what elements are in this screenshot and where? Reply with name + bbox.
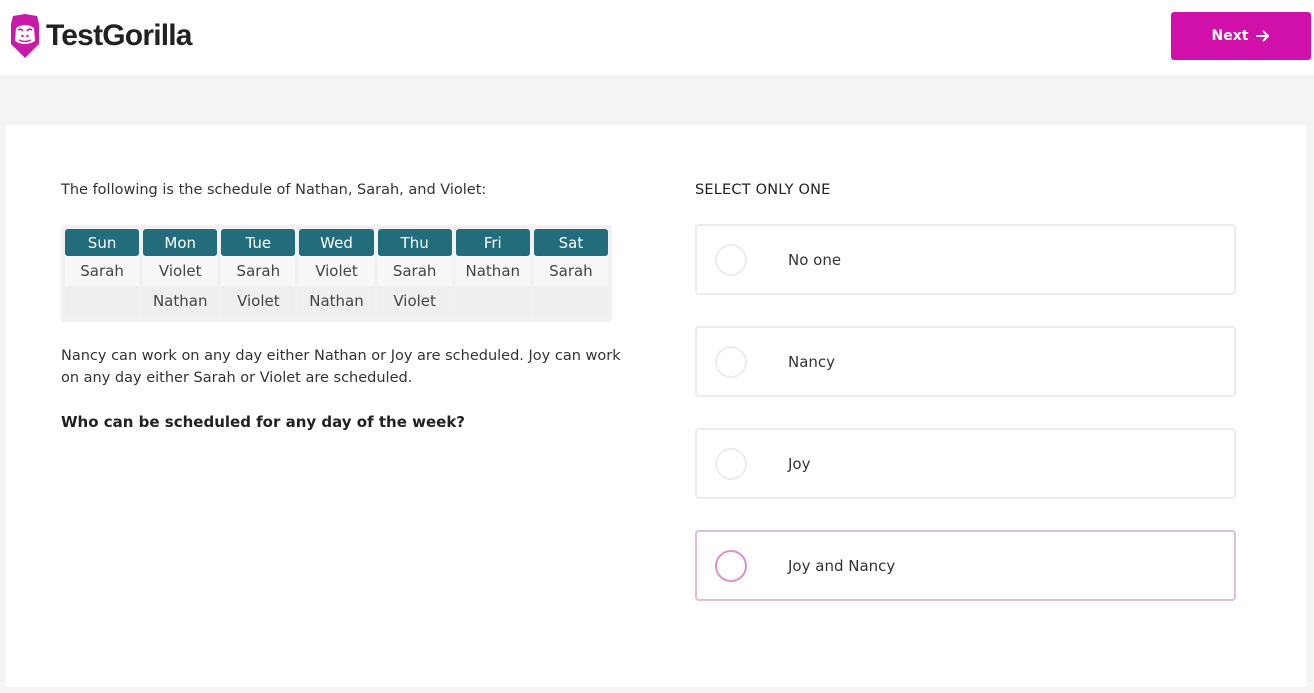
day-header: Sun: [65, 229, 140, 256]
answer-label: No one: [788, 250, 842, 269]
schedule-cell: Nathan: [299, 286, 374, 316]
answer-option[interactable]: No one: [695, 224, 1236, 295]
day-header: Sat: [533, 229, 608, 256]
gorilla-icon: [10, 14, 40, 58]
answer-option[interactable]: Joy and Nancy: [695, 530, 1236, 601]
answer-label: Joy and Nancy: [788, 556, 896, 575]
day-header: Thu: [377, 229, 452, 256]
answer-label: Joy: [788, 454, 811, 473]
schedule-cell: Sarah: [221, 256, 296, 286]
question-intro: The following is the schedule of Nathan,…: [61, 182, 487, 198]
schedule-cell: Violet: [299, 256, 374, 286]
top-bar: TestGorilla Next: [0, 0, 1314, 75]
schedule-cell: Sarah: [65, 256, 140, 286]
radio-button[interactable]: [715, 243, 747, 276]
schedule-table: Sun Mon Tue Wed Thu Fri Sat Sarah Violet…: [61, 225, 612, 322]
answer-option[interactable]: Nancy: [695, 326, 1236, 397]
schedule-cell: Nathan: [455, 256, 530, 286]
schedule-row: Sarah Violet Sarah Violet Sarah Nathan S…: [65, 256, 608, 286]
next-button-label: Next: [1211, 28, 1249, 44]
schedule-cell: Sarah: [377, 256, 452, 286]
schedule-cell: Violet: [143, 256, 218, 286]
question-card: The following is the schedule of Nathan,…: [5, 125, 1307, 687]
radio-button[interactable]: [715, 345, 747, 378]
arrow-right-icon: [1256, 29, 1270, 43]
schedule-cell: Nathan: [143, 286, 218, 316]
schedule-header-row: Sun Mon Tue Wed Thu Fri Sat: [65, 229, 608, 256]
day-header: Wed: [299, 229, 374, 256]
schedule-cell: Sarah: [533, 256, 608, 286]
brand-logo[interactable]: TestGorilla: [10, 14, 192, 58]
schedule-cell: [65, 286, 140, 316]
question-prompt: Who can be scheduled for any day of the …: [61, 413, 465, 431]
select-instruction: SELECT ONLY ONE: [695, 182, 831, 198]
radio-button[interactable]: [715, 549, 747, 582]
schedule-cell: Violet: [221, 286, 296, 316]
brand-name: TestGorilla: [46, 19, 192, 52]
schedule-cell: [533, 286, 608, 316]
answer-label: Nancy: [788, 352, 836, 371]
schedule-cell: Violet: [377, 286, 452, 316]
answer-option[interactable]: Joy: [695, 428, 1236, 499]
next-button[interactable]: Next: [1171, 12, 1311, 60]
day-header: Fri: [455, 229, 530, 256]
schedule-row: Nathan Violet Nathan Violet: [65, 286, 608, 316]
day-header: Tue: [221, 229, 296, 256]
radio-button[interactable]: [715, 447, 747, 480]
question-paragraph: Nancy can work on any day either Nathan …: [61, 348, 621, 386]
day-header: Mon: [143, 229, 218, 256]
schedule-cell: [455, 286, 530, 316]
